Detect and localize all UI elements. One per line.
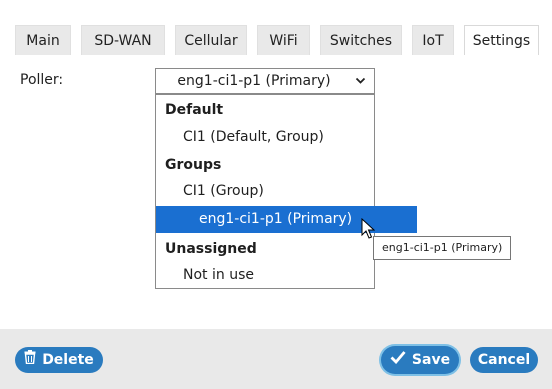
tab-sd-wan[interactable]: SD-WAN [81, 25, 165, 55]
tab-iot[interactable]: IoT [412, 25, 454, 55]
tab-label: WiFi [269, 33, 298, 49]
tab-bar: Main SD-WAN Cellular WiFi Switches IoT S… [0, 0, 552, 56]
tab-settings[interactable]: Settings [464, 25, 539, 55]
poller-select-value: eng1-ci1-p1 (Primary) [177, 73, 331, 89]
save-button-label: Save [411, 352, 451, 368]
optgroup-unassigned: Unassigned [165, 241, 257, 257]
poller-dropdown-list: Default CI1 (Default, Group) Groups CI1 … [155, 94, 417, 289]
cancel-button-label: Cancel [477, 352, 531, 368]
poller-select[interactable]: eng1-ci1-p1 (Primary) [155, 68, 375, 94]
tab-divider [0, 55, 552, 56]
option-not-in-use[interactable]: Not in use [156, 262, 401, 289]
optgroup-groups: Groups [165, 157, 222, 173]
tab-label: Main [26, 33, 60, 49]
cancel-button[interactable]: Cancel [470, 347, 538, 373]
tab-label: SD-WAN [94, 33, 152, 49]
option-ci1-default-group[interactable]: CI1 (Default, Group) [156, 124, 401, 151]
checkmark-icon [390, 346, 406, 374]
delete-button[interactable]: Delete [15, 347, 103, 373]
option-eng1-ci1-p1-primary[interactable]: eng1-ci1-p1 (Primary) [156, 206, 417, 233]
tab-switches[interactable]: Switches [320, 25, 402, 55]
option-ci1-group[interactable]: CI1 (Group) [156, 178, 401, 205]
tab-label: Settings [472, 33, 531, 49]
save-button[interactable]: Save [381, 346, 459, 374]
delete-button-label: Delete [42, 352, 94, 368]
trash-icon [24, 347, 36, 373]
tab-wifi[interactable]: WiFi [257, 25, 310, 55]
tab-label: IoT [422, 33, 444, 49]
tab-cellular[interactable]: Cellular [175, 25, 247, 55]
poller-label: Poller: [20, 72, 64, 88]
optgroup-default: Default [165, 102, 224, 118]
tab-label: Switches [329, 33, 393, 49]
tab-main[interactable]: Main [15, 25, 71, 55]
tab-label: Cellular [184, 33, 238, 49]
option-tooltip: eng1-ci1-p1 (Primary) [373, 236, 512, 260]
